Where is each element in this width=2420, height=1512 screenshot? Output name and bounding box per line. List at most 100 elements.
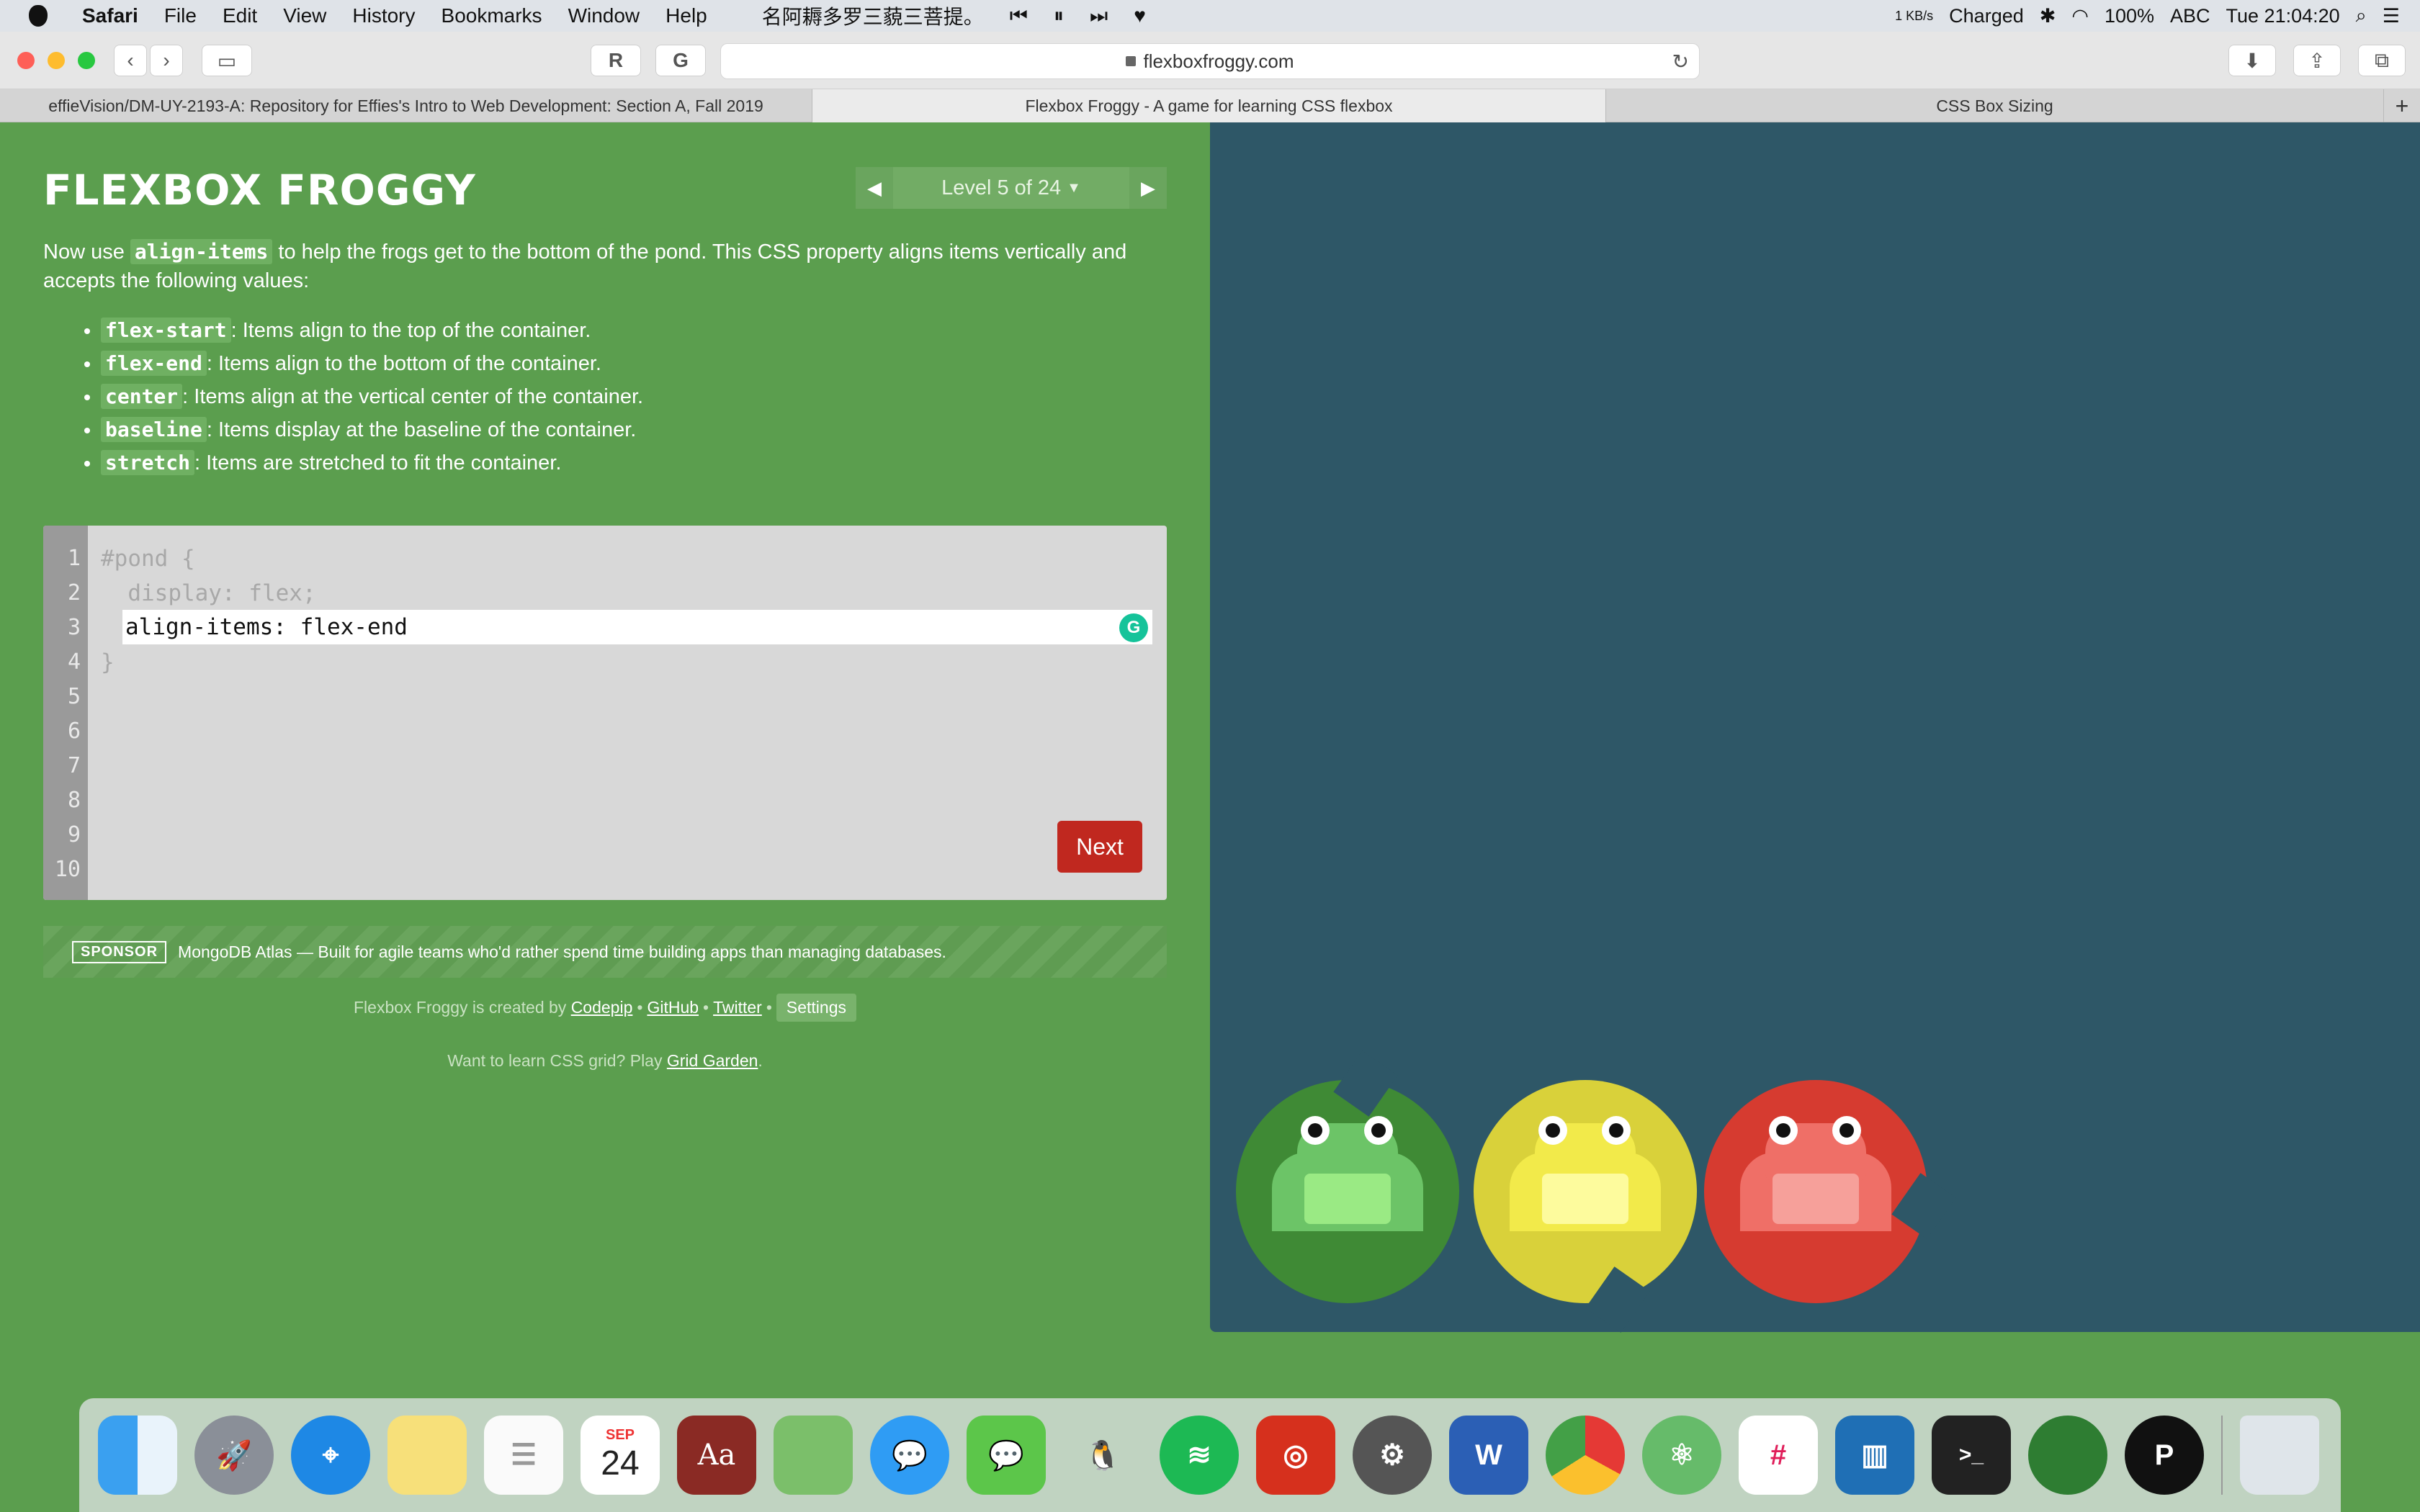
- list-item: baseline: Items display at the baseline …: [101, 413, 1152, 446]
- sponsor-banner[interactable]: SPONSOR MongoDB Atlas — Built for agile …: [43, 926, 1167, 978]
- menu-window[interactable]: Window: [555, 4, 653, 27]
- media-pause-icon[interactable]: ⏸: [1041, 4, 1077, 28]
- clock[interactable]: Tue 21:04:20: [2226, 5, 2340, 27]
- back-button[interactable]: ‹: [114, 45, 147, 76]
- level-label[interactable]: Level 5 of 24: [941, 176, 1061, 200]
- sourcetree-icon[interactable]: [2028, 1416, 2107, 1495]
- settings-button[interactable]: Settings: [776, 994, 856, 1022]
- github-link[interactable]: GitHub: [647, 998, 699, 1017]
- wechat-icon[interactable]: 💬: [967, 1416, 1046, 1495]
- value-description: : Items are stretched to fit the contain…: [194, 451, 562, 474]
- lilypad-notch: [1333, 1050, 1398, 1117]
- lock-icon: [1126, 56, 1137, 66]
- trash-icon[interactable]: [2240, 1416, 2319, 1495]
- heart-icon[interactable]: ♥: [1121, 4, 1159, 27]
- battery-status[interactable]: Charged: [1949, 5, 2024, 27]
- readability-extension-icon[interactable]: R: [591, 45, 641, 76]
- dock: 🚀 ⌖ ☰ SEP 24 Aa 💬 💬 🐧 ≋ ◎ ⚙ W ⚛ # ▥ >_ P: [79, 1398, 2341, 1512]
- promo-text-end: .: [758, 1051, 763, 1070]
- tab-bar: effieVision/DM-UY-2193-A: Repository for…: [0, 89, 2420, 122]
- slack-icon[interactable]: #: [1739, 1416, 1818, 1495]
- zoom-window-button[interactable]: [78, 52, 95, 69]
- tab-github-repo[interactable]: effieVision/DM-UY-2193-A: Repository for…: [0, 89, 812, 122]
- calendar-icon[interactable]: SEP 24: [581, 1416, 660, 1495]
- menu-bookmarks[interactable]: Bookmarks: [429, 4, 555, 27]
- value-list: flex-start: Items align to the top of th…: [72, 314, 1152, 480]
- menu-history[interactable]: History: [339, 4, 428, 27]
- menu-app-name[interactable]: Safari: [69, 4, 151, 27]
- chevron-down-icon[interactable]: ▼: [1067, 180, 1081, 197]
- menu-edit[interactable]: Edit: [210, 4, 270, 27]
- url-text: flexboxfroggy.com: [1143, 50, 1294, 72]
- tab-label: CSS Box Sizing: [1936, 96, 2053, 115]
- instructions-text: Now use: [43, 240, 130, 264]
- atom-icon[interactable]: ⚛: [1642, 1416, 1721, 1495]
- dictionary-icon[interactable]: Aa: [677, 1416, 756, 1495]
- reload-icon[interactable]: ↻: [1672, 50, 1689, 73]
- media-prev-icon[interactable]: ⏮: [997, 4, 1041, 28]
- reminders-icon[interactable]: ☰: [484, 1416, 563, 1495]
- prev-level-button[interactable]: ◀: [856, 167, 893, 209]
- grammarly-icon[interactable]: G: [1119, 613, 1148, 642]
- system-preferences-icon[interactable]: ⚙: [1353, 1416, 1432, 1495]
- game-title: FLEXBOX FROGGY: [43, 166, 476, 215]
- notification-center-icon[interactable]: ☰: [2383, 5, 2400, 27]
- safari-icon[interactable]: ⌖: [291, 1416, 370, 1495]
- css-editor: 1 2 3 4 5 6 7 8 9 10 #pond { display: fl…: [43, 526, 1167, 900]
- sidebar-toggle-button[interactable]: ▭: [202, 45, 252, 76]
- chrome-icon[interactable]: [1546, 1416, 1625, 1495]
- pixelmator-icon[interactable]: P: [2125, 1416, 2204, 1495]
- menu-help[interactable]: Help: [653, 4, 720, 27]
- lilypad-red: [1704, 1080, 1956, 1303]
- minimize-window-button[interactable]: [48, 52, 65, 69]
- css-code-input[interactable]: [122, 610, 1152, 644]
- sponsor-text[interactable]: MongoDB Atlas — Built for agile teams wh…: [178, 942, 946, 962]
- new-tab-button[interactable]: +: [2384, 89, 2420, 122]
- grammarly-extension-icon[interactable]: G: [655, 45, 706, 76]
- next-level-button[interactable]: ▶: [1129, 167, 1167, 209]
- menu-file[interactable]: File: [151, 4, 210, 27]
- notes-icon[interactable]: [387, 1416, 467, 1495]
- level-selector[interactable]: ◀ Level 5 of 24 ▼ ▶: [856, 167, 1167, 209]
- credits: Flexbox Froggy is created by Codepip • Git…: [43, 994, 1167, 1022]
- sponsor-badge: SPONSOR: [72, 940, 167, 963]
- list-item: flex-end: Items align to the bottom of t…: [101, 347, 1152, 380]
- promo-text: Want to learn CSS grid? Play: [447, 1051, 663, 1070]
- maps-icon[interactable]: [774, 1416, 853, 1495]
- bluetooth-icon[interactable]: ✱: [2040, 5, 2056, 27]
- address-bar[interactable]: flexboxfroggy.com ↻: [720, 43, 1700, 79]
- lilypad-notch: [1891, 1173, 1956, 1239]
- share-button[interactable]: ⇪: [2293, 45, 2341, 76]
- frog-yellow: [1510, 1116, 1661, 1231]
- value-keyword: flex-start: [101, 318, 231, 343]
- apple-icon[interactable]: [29, 5, 48, 27]
- menu-view[interactable]: View: [270, 4, 339, 27]
- finder-icon[interactable]: [98, 1416, 177, 1495]
- trello-icon[interactable]: ▥: [1835, 1416, 1914, 1495]
- qq-icon[interactable]: 🐧: [1063, 1416, 1142, 1495]
- netease-music-icon[interactable]: ◎: [1256, 1416, 1335, 1495]
- battery-percent[interactable]: 100%: [2105, 5, 2154, 27]
- input-source[interactable]: ABC: [2170, 5, 2210, 27]
- twitter-link[interactable]: Twitter: [713, 998, 762, 1017]
- word-icon[interactable]: W: [1449, 1416, 1528, 1495]
- tab-css-box-sizing[interactable]: CSS Box Sizing: [1606, 89, 2384, 122]
- grid-garden-link[interactable]: Grid Garden: [667, 1051, 758, 1070]
- forward-button[interactable]: ›: [150, 45, 183, 76]
- launchpad-icon[interactable]: 🚀: [194, 1416, 274, 1495]
- spotify-icon[interactable]: ≋: [1160, 1416, 1239, 1495]
- tab-flexbox-froggy[interactable]: Flexbox Froggy - A game for learning CSS…: [812, 89, 1606, 122]
- terminal-icon[interactable]: >_: [1932, 1416, 2011, 1495]
- messages-icon[interactable]: 💬: [870, 1416, 949, 1495]
- calendar-day: 24: [601, 1444, 640, 1482]
- tab-overview-button[interactable]: ⧉: [2358, 45, 2406, 76]
- frog-eye: [1301, 1116, 1330, 1145]
- codepip-link[interactable]: Codepip: [571, 998, 633, 1017]
- downloads-button[interactable]: ⬇: [2228, 45, 2276, 76]
- spotlight-icon[interactable]: ⌕: [2356, 4, 2367, 27]
- media-next-icon[interactable]: ⏭: [1077, 4, 1121, 28]
- wifi-icon[interactable]: ◠: [2071, 5, 2089, 27]
- close-window-button[interactable]: [17, 52, 35, 69]
- instructions-panel: FLEXBOX FROGGY ◀ Level 5 of 24 ▼ ▶ Now u…: [43, 122, 1167, 1382]
- next-button[interactable]: Next: [1057, 821, 1142, 873]
